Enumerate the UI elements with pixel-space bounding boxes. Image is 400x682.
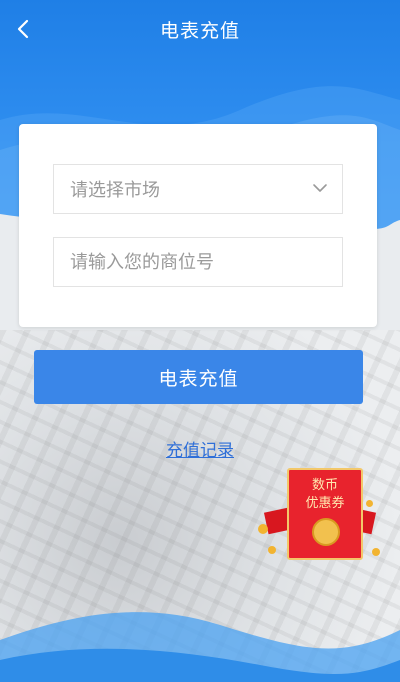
recharge-button[interactable]: 电表充值: [34, 350, 363, 404]
coin-seal-icon: [312, 518, 340, 546]
coupon-title-line2: 优惠券: [305, 496, 345, 511]
red-envelope: 数币 优惠券: [287, 468, 363, 560]
gold-coin-icon: [366, 500, 373, 507]
gold-coin-icon: [258, 524, 268, 534]
booth-number-input[interactable]: [70, 238, 342, 286]
chevron-left-icon: [17, 19, 29, 39]
coupon-title-line1: 数币: [311, 478, 338, 493]
recharge-form-card: 请选择市场: [19, 124, 377, 327]
gold-coin-icon: [372, 548, 380, 556]
market-select-placeholder: 请选择市场: [70, 180, 160, 201]
booth-number-field: [53, 237, 343, 287]
recharge-record-link[interactable]: 充值记录: [0, 436, 400, 461]
digital-currency-coupon[interactable]: 数币 优惠券: [254, 466, 386, 564]
chevron-down-icon: [313, 184, 327, 192]
wave-decoration: [0, 86, 400, 682]
market-select[interactable]: 请选择市场: [53, 164, 343, 214]
page-title: 电表充值: [159, 19, 240, 42]
back-button[interactable]: [10, 16, 36, 42]
app-header: 电表充值: [0, 0, 400, 58]
gold-coin-icon: [268, 546, 276, 554]
